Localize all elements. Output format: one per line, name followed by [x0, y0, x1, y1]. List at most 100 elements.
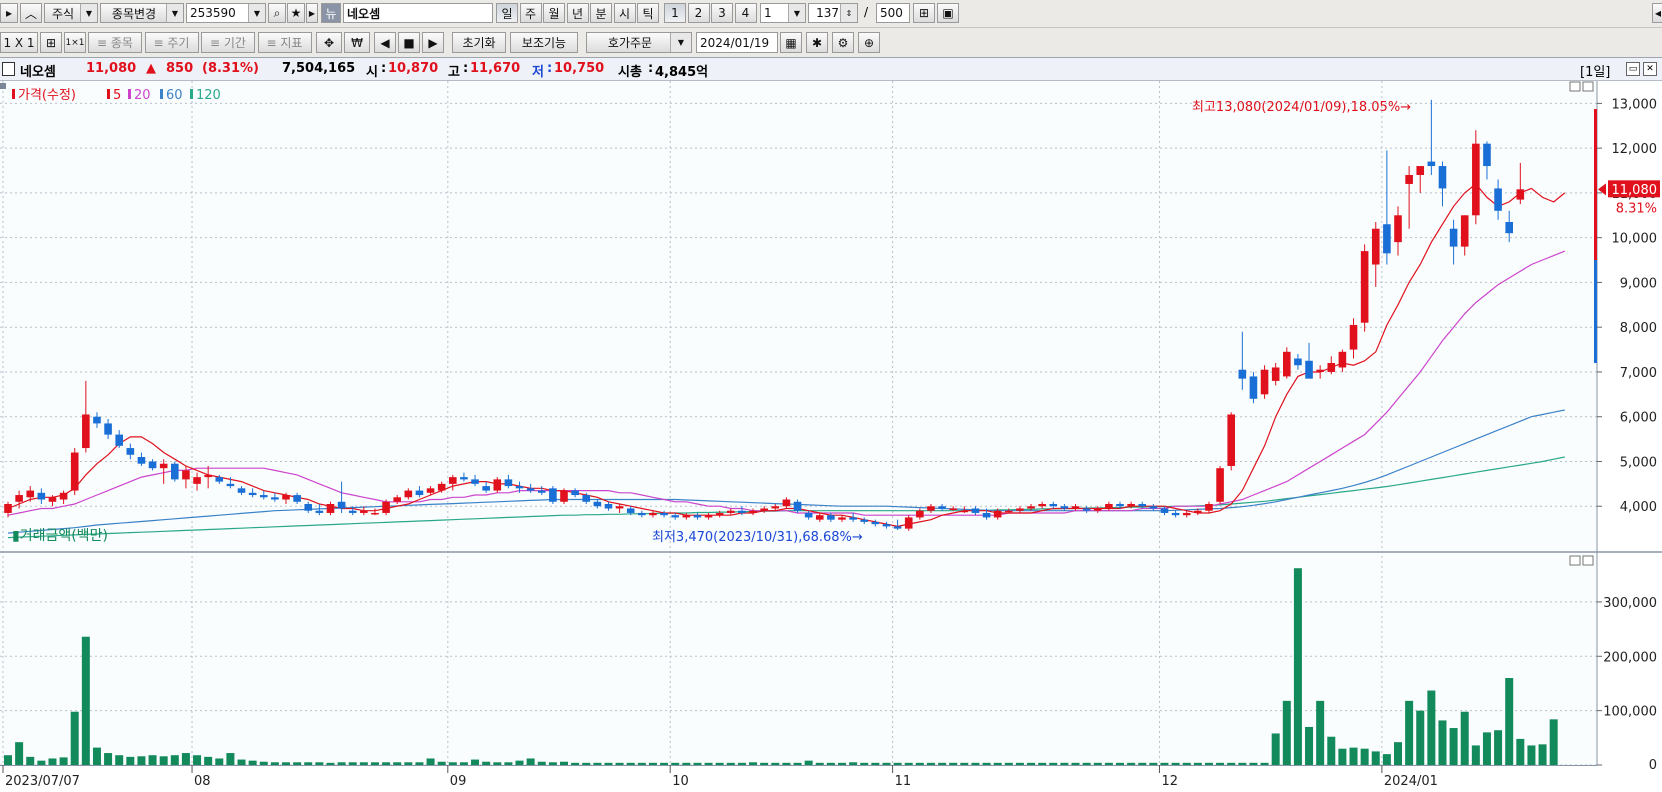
- move-icon[interactable]: ✥: [316, 32, 342, 53]
- add-window-icon[interactable]: ⊞: [913, 3, 935, 23]
- chevron-down-icon: ▼: [788, 4, 805, 22]
- volume-bar: [626, 762, 635, 765]
- news-button[interactable]: 뉴: [321, 3, 341, 23]
- select-checkbox[interactable]: [2, 62, 15, 76]
- stock-code-input[interactable]: 253590 ▼: [186, 3, 266, 23]
- tab-multiplier[interactable]: 3: [711, 3, 733, 23]
- play-icon[interactable]: ▶: [306, 3, 318, 23]
- star-icon[interactable]: ★: [287, 3, 305, 23]
- market-select[interactable]: 주식 ▼: [44, 3, 98, 23]
- zoom-icon[interactable]: ⊕: [858, 32, 880, 53]
- candle-body: [248, 492, 257, 496]
- price-tag-value: 11,080: [1612, 183, 1658, 198]
- settings-tab[interactable]: ≡ 지표: [257, 32, 312, 53]
- range-bar-down: [1594, 260, 1597, 363]
- candle-body: [815, 515, 824, 520]
- date-input[interactable]: 2024/01/19: [696, 32, 778, 53]
- volume-bar: [159, 756, 168, 765]
- tab-period[interactable]: 틱: [637, 3, 659, 23]
- previous-icon[interactable]: ◀: [374, 32, 396, 53]
- volume-bar: [793, 762, 802, 765]
- volume-bar: [270, 762, 279, 765]
- calendar-icon[interactable]: ▦: [780, 32, 802, 53]
- volume-bar: [1293, 568, 1302, 765]
- change-stock-select[interactable]: 종목변경 ▼: [100, 3, 184, 23]
- candle-body: [437, 483, 446, 491]
- time-tick-label: 09: [450, 774, 467, 789]
- multiplier-select[interactable]: 1 ▼: [760, 3, 806, 23]
- volume-bar: [304, 762, 313, 765]
- volume-bar: [248, 760, 257, 765]
- settings-tab[interactable]: ≡ 주기: [144, 32, 199, 53]
- settings-tab[interactable]: ≡ 기간: [201, 32, 255, 53]
- next-icon[interactable]: ▶: [422, 32, 444, 53]
- volume-bar: [37, 760, 46, 765]
- candle-body: [371, 512, 379, 515]
- candle-body: [1227, 414, 1235, 466]
- candle-body: [1138, 504, 1147, 507]
- pane-close-icon[interactable]: [1582, 81, 1594, 92]
- tab-period[interactable]: 시: [613, 3, 636, 23]
- candle-body: [259, 495, 268, 498]
- tab-multiplier[interactable]: 1: [664, 3, 686, 23]
- pane-minimize-icon[interactable]: [1569, 555, 1581, 566]
- candle-body: [1182, 512, 1191, 516]
- candle-body: [449, 477, 457, 484]
- volume-bar: [982, 762, 991, 765]
- tab-period[interactable]: 분: [590, 3, 612, 23]
- volume-bar: [59, 757, 68, 765]
- candle-body: [271, 497, 279, 500]
- reset-button[interactable]: 초기화: [452, 32, 506, 53]
- up-arrow-icon[interactable]: ︿: [20, 3, 42, 23]
- aux-functions-button[interactable]: 보조기능: [510, 32, 578, 53]
- volume-bar: [1505, 678, 1514, 765]
- count-stepper[interactable]: 137 ⇕: [808, 3, 858, 23]
- maximize-icon[interactable]: ▭: [1626, 62, 1640, 76]
- candle-body: [137, 457, 146, 464]
- tab-period[interactable]: 월: [543, 3, 565, 23]
- candle-body: [293, 495, 301, 502]
- volume-bar: [293, 762, 302, 765]
- candle-body: [593, 501, 602, 507]
- pane-close-icon[interactable]: [1582, 555, 1594, 566]
- order-button[interactable]: 호가주문 ▼: [586, 32, 692, 53]
- max-count-field[interactable]: 500: [876, 3, 910, 23]
- save-icon[interactable]: ▣: [937, 3, 959, 23]
- close-icon[interactable]: ✕: [1643, 62, 1657, 76]
- stock-chart: 4,000 5,000 6,000 7,000 8,000 9,000 10,000 11,0…: [0, 81, 1662, 792]
- volume-bar: [1438, 720, 1447, 765]
- volume-bar: [1260, 762, 1269, 765]
- candle-body: [571, 490, 579, 496]
- settings-tab[interactable]: ≡ 종목: [88, 32, 142, 53]
- volume-bar: [815, 762, 824, 765]
- won-icon[interactable]: ₩: [344, 32, 370, 53]
- one-by-one-icon[interactable]: 1×1: [64, 32, 86, 53]
- stop-icon[interactable]: ■: [398, 32, 420, 53]
- price-tick-label: 4,000: [1620, 500, 1657, 515]
- candle-body: [1383, 224, 1391, 254]
- volume-bar: [693, 762, 702, 765]
- collapse-icon[interactable]: ◂: [1652, 3, 1662, 23]
- tab-multiplier[interactable]: 4: [734, 3, 757, 23]
- volume-bar: [382, 762, 391, 765]
- candle-body: [1360, 251, 1369, 323]
- tab-period[interactable]: 년: [566, 3, 589, 23]
- link-icon[interactable]: ▸: [0, 3, 18, 23]
- search-icon[interactable]: ⌕: [268, 3, 286, 23]
- candle-body: [1160, 508, 1169, 513]
- candle-body: [15, 495, 23, 502]
- grid-icon[interactable]: ⊞: [40, 32, 62, 53]
- gear-icon[interactable]: ✱: [806, 32, 828, 53]
- high-annotation: 최고13,080(2024/01/09),18.05%→: [1192, 100, 1411, 115]
- candle-body: [504, 479, 513, 487]
- volume-bar: [193, 755, 202, 765]
- screen-settings-icon[interactable]: ⚙: [832, 32, 854, 53]
- tab-period[interactable]: 일: [496, 3, 518, 23]
- layout-button[interactable]: 1 X 1: [0, 32, 38, 53]
- period-tag: [1일]: [1580, 65, 1611, 80]
- tab-period[interactable]: 주: [519, 3, 542, 23]
- legend-label: 20: [134, 88, 151, 103]
- pane-minimize-icon[interactable]: [1569, 81, 1581, 92]
- tab-multiplier[interactable]: 2: [687, 3, 710, 23]
- volume-bar: [671, 762, 680, 765]
